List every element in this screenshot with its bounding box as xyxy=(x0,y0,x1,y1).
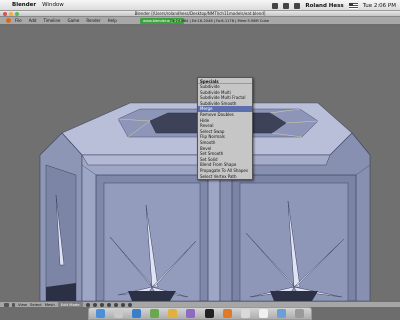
input-flag-icon[interactable] xyxy=(348,2,358,9)
menu-item-select-vertex-path[interactable]: Select Vertex Path xyxy=(198,174,252,180)
bluetooth-icon[interactable] xyxy=(272,2,279,9)
mac-menubar: Blender Window Roland Hess Tue 2:06 PM xyxy=(0,0,400,11)
close-icon[interactable] xyxy=(3,12,7,16)
screen: Blender Window Roland Hess Tue 2:06 PM B… xyxy=(0,0,400,320)
menu-add[interactable]: Add xyxy=(29,18,37,23)
blender-top-header: File Add Timeline Game Render Help www.b… xyxy=(0,17,400,25)
draw-type-icon[interactable] xyxy=(85,302,90,307)
menu-timeline[interactable]: Timeline xyxy=(43,18,60,23)
mail-icon[interactable] xyxy=(113,309,123,318)
ichat-icon[interactable] xyxy=(168,309,178,318)
specials-menu: Specials Subdivide Subdivide Multi Subdi… xyxy=(197,77,253,181)
menu-mesh[interactable]: Mesh xyxy=(45,302,55,307)
menubar-status-area: Roland Hess Tue 2:06 PM xyxy=(272,0,396,11)
vertex-select-icon[interactable] xyxy=(106,302,111,307)
menu-file[interactable]: File xyxy=(15,18,22,23)
mode-selector[interactable]: Edit Mode xyxy=(57,302,83,307)
safari-icon[interactable] xyxy=(131,309,141,318)
layers-icon[interactable] xyxy=(127,302,132,307)
photo-icon[interactable] xyxy=(186,309,196,318)
menu-game[interactable]: Game xyxy=(67,18,79,23)
trash-icon[interactable] xyxy=(295,309,305,318)
menu-help[interactable]: Help xyxy=(108,18,117,23)
menubar-clock[interactable]: Tue 2:06 PM xyxy=(363,3,396,9)
menu-item-propagate-to-all-shapes[interactable]: Propagate To All Shapes xyxy=(198,168,252,174)
menu-render[interactable]: Render xyxy=(86,18,100,23)
blender-logo-icon xyxy=(6,18,11,23)
manipulator-icon[interactable] xyxy=(99,302,104,307)
3d-viewport[interactable]: Specials Subdivide Subdivide Multi Subdi… xyxy=(0,25,400,301)
terminal-icon[interactable] xyxy=(204,309,214,318)
edge-select-icon[interactable] xyxy=(113,302,118,307)
window-title: Blender [/Users/rolandhess/Desktop/NMTI/… xyxy=(134,11,266,16)
menu-item-subdivide-multi-fractal[interactable]: Subdivide Multi Fractal xyxy=(198,95,252,101)
pivot-icon[interactable] xyxy=(92,302,97,307)
collapse-icon[interactable] xyxy=(12,302,15,307)
wifi-icon[interactable] xyxy=(283,2,290,9)
volume-icon[interactable] xyxy=(294,2,301,9)
minimize-icon[interactable] xyxy=(9,12,13,16)
zoom-icon[interactable] xyxy=(15,12,19,16)
editor-type-icon[interactable] xyxy=(4,302,9,307)
mac-dock xyxy=(88,307,312,320)
preview-icon[interactable] xyxy=(240,309,250,318)
blender-icon[interactable] xyxy=(222,309,232,318)
textedit-icon[interactable] xyxy=(258,309,268,318)
face-select-icon[interactable] xyxy=(120,302,125,307)
blender-window: Blender [/Users/rolandhess/Desktop/NMTI/… xyxy=(0,11,400,307)
folder-icon[interactable] xyxy=(277,309,287,318)
window-controls xyxy=(3,12,19,16)
menu-select[interactable]: Select xyxy=(30,302,42,307)
scene-stats: Ve:24-984 | Ed:16-2048 | Fa:8-1178 | Mem… xyxy=(170,19,270,23)
app-menu-blender[interactable]: Blender xyxy=(12,2,36,8)
menu-window[interactable]: Window xyxy=(42,2,64,8)
itunes-icon[interactable] xyxy=(150,309,160,318)
finder-icon[interactable] xyxy=(95,309,105,318)
user-name[interactable]: Roland Hess xyxy=(305,3,343,9)
menu-view[interactable]: View xyxy=(18,302,27,307)
